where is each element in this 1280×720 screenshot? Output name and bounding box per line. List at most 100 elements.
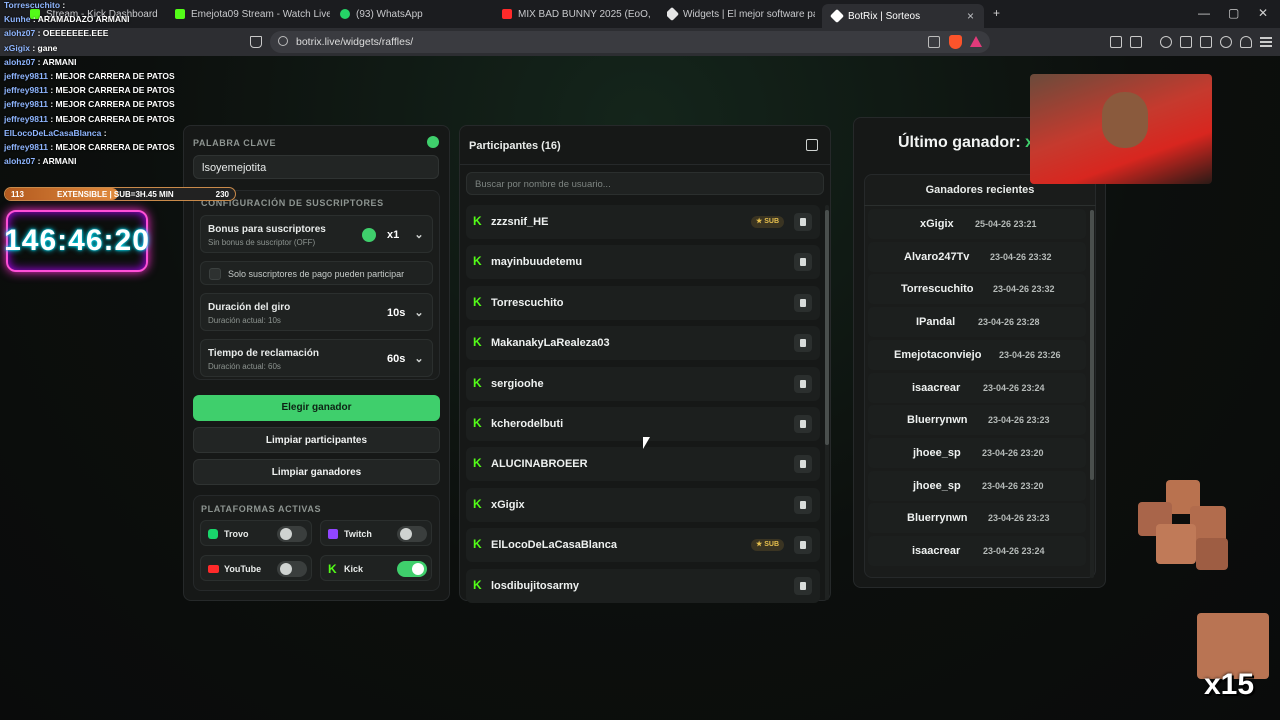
trash-icon[interactable] [794,293,812,312]
trash-icon[interactable] [794,455,812,474]
vpn-icon[interactable] [1240,36,1252,48]
chevron-down-icon: ⌄ [414,353,424,365]
subs-bonus-card: Bonus para suscriptores Sin bonus de sus… [200,215,433,253]
tab-botrix-sorteos[interactable]: BotRix | Sorteos × [822,4,984,28]
site-info-icon[interactable] [278,36,288,46]
kick-icon: K [473,537,482,552]
participant-search-input[interactable]: Buscar por nombre de usuario... [466,172,824,195]
spin-duration-select[interactable]: 10s ⌄ [387,306,424,319]
minimize-button[interactable]: — [1198,6,1210,20]
trash-icon[interactable] [794,213,812,231]
clear-participants-button[interactable]: Limpiar participantes [193,427,440,453]
tab-emejota-stream[interactable]: Emejota09 Stream - Watch Live on Ki [175,4,330,24]
chat-username: jeffrey9811 [4,113,48,124]
trash-icon[interactable] [794,495,812,514]
tab-youtube-mix[interactable]: MIX BAD BUNNY 2025 (EoO, Titi [502,4,652,24]
wallet-icon[interactable] [1200,36,1212,48]
winner-date: 23-04-26 23:32 [993,284,1055,295]
winner-name: xGigix [920,218,954,230]
subathon-timer: 146:46:20 [4,210,149,272]
chat-text: : [62,0,66,10]
participant-name: ElLocoDeLaCasaBlanca [491,539,617,552]
winner-row: Bluerrynwn 23-04-26 23:23 [868,503,1086,534]
chat-username: Torrescuchito [4,0,61,10]
twitch-toggle[interactable] [397,526,427,542]
participant-row[interactable]: K ALUCINABROEER [466,447,820,482]
participant-name: ALUCINABROEER [491,458,588,471]
bookmark-icon[interactable] [250,36,262,48]
maximize-button[interactable]: ▢ [1228,6,1239,20]
trovo-toggle[interactable] [277,526,307,542]
share-icon[interactable] [928,36,940,48]
extensions-icon[interactable] [1110,36,1122,48]
trash-icon[interactable] [794,415,812,433]
music-icon[interactable] [1160,36,1172,48]
trash-icon[interactable] [794,374,812,393]
youtube-toggle[interactable] [277,561,307,577]
tab-whatsapp[interactable]: (93) WhatsApp [340,4,490,24]
trash-icon[interactable] [794,536,812,555]
only-paid-subs-row[interactable]: Solo suscriptores de pago pueden partici… [200,261,433,285]
participant-row[interactable]: Klosdibujitosarmy [466,568,820,603]
participant-name: xGigix [491,498,525,511]
brave-rewards-icon[interactable] [970,36,982,47]
trash-icon[interactable] [794,334,812,353]
new-tab-button[interactable]: + [993,6,1000,20]
divider [459,164,831,165]
bonus-label: Bonus para suscriptores [208,224,326,235]
participant-name: losdibujitosarmy [491,579,580,592]
participant-row[interactable]: K Torrescuchito [466,285,820,320]
winner-row: Alvaro247Tv 23-04-26 23:32 [868,241,1086,272]
winner-row: xGigix 25-04-26 23:21 [868,209,1086,239]
only-paid-checkbox[interactable] [209,268,221,280]
participant-row[interactable]: K ElLocoDeLaCasaBlanca ★ SUB [466,528,820,563]
participant-row[interactable]: Kmayinbuudetemu [466,245,820,280]
platform-kick: K Kick [320,555,432,581]
platforms-title: PLATAFORMAS ACTIVAS [201,504,322,514]
keyword-input[interactable]: lsoyemejotita [193,155,439,179]
info-icon[interactable] [362,228,376,242]
claim-time-select[interactable]: 60s ⌄ [387,352,424,365]
brave-shields-icon[interactable] [949,35,962,49]
participant-row[interactable]: Kkcherodelbuti [466,407,820,441]
trash-icon[interactable] [794,576,812,595]
trash-icon[interactable] [794,253,812,272]
copy-icon[interactable] [806,139,818,151]
divider [864,205,1096,206]
bonus-select[interactable]: x1 ⌄ [387,228,424,241]
chat-username: jeffrey9811 [4,85,48,96]
participant-row[interactable]: KxGigix [466,487,820,522]
participant-row[interactable]: Kzzzsnif_HE ★ SUB [466,205,820,239]
info-icon[interactable] [427,136,439,148]
streamer-face [1102,92,1148,148]
claim-label: Tiempo de reclamación [208,348,319,359]
leo-ai-icon[interactable] [1220,36,1232,48]
close-tab-icon[interactable]: × [967,9,974,23]
screenshot-icon[interactable] [1130,36,1142,48]
clear-winners-button[interactable]: Limpiar ganadores [193,459,440,485]
participant-row[interactable]: Ksergioohe [466,366,820,401]
participants-scrollbar[interactable] [825,205,829,600]
tab-widgets[interactable]: Widgets | El mejor software para pot [667,4,815,24]
sidebar-icon[interactable] [1180,36,1192,48]
menu-icon[interactable] [1260,37,1272,47]
kick-toggle[interactable] [397,561,427,577]
kick-icon: K [473,294,482,309]
participant-name: kcherodelbuti [491,418,564,430]
close-window-button[interactable]: ✕ [1258,6,1268,20]
choose-winner-button[interactable]: Elegir ganador [193,395,440,421]
url-field[interactable]: botrix.live/widgets/raffles/ [270,31,990,53]
winners-scrollbar[interactable] [1090,210,1094,578]
chat-message: jeffrey9811 : MEJOR CARRERA DE PATOS [4,71,175,81]
winner-date: 23-04-26 23:20 [982,480,1044,491]
chat-message: ElLocoDeLaCasaBlanca : [4,128,107,138]
kick-icon: K [473,416,482,430]
chat-text: : gane [32,42,58,53]
botrix-icon [667,6,680,22]
chat-text: : OEEEEEEE.EEE [37,28,109,39]
participant-row[interactable]: K MakanakyLaRealeza03 [466,326,820,361]
chat-username: xGigix [4,42,30,53]
keyword-value: lsoyemejotita [202,162,267,174]
winner-date: 25-04-26 23:21 [975,219,1037,229]
winner-date: 23-04-26 23:26 [999,349,1061,360]
